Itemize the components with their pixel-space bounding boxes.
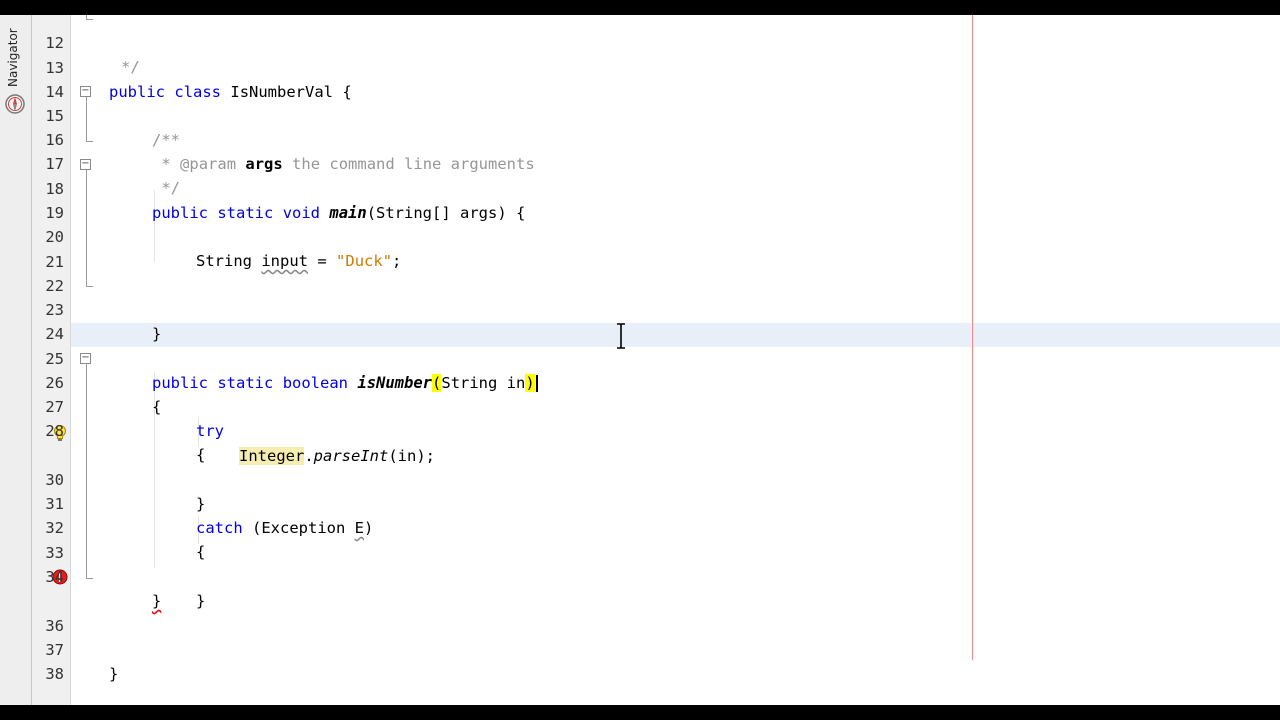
code-line: 15 /** [0, 80, 1280, 149]
code-line: 21 [0, 226, 1280, 271]
code-line: 22 [0, 250, 1280, 295]
code-line: 26 { [0, 347, 1280, 416]
code-line: 18 public static void main(String[] args… [0, 153, 1280, 222]
code-line: 30 } [0, 444, 1280, 513]
code-line: 20 String input = "Duck"; [0, 201, 1280, 270]
code-line: } [0, 565, 1280, 610]
line-number: 38 [45, 665, 64, 683]
code-line-current: 25 public static boolean isNumber(String… [0, 323, 1280, 392]
code-line: 24 [0, 298, 1280, 343]
code-line: 28 { [0, 395, 1280, 464]
code-line: 38 [0, 638, 1280, 683]
code-line: 16 * @param args the command line argume… [0, 104, 1280, 173]
code-text[interactable]: } [109, 662, 118, 686]
code-line: 13 public class IsNumberVal { [0, 32, 1280, 101]
ibeam-cursor [617, 323, 625, 349]
code-line: 19 [0, 177, 1280, 222]
code-line: 14 [0, 56, 1280, 101]
code-line: 31 catch (Exception E) [0, 468, 1280, 537]
code-line: Integer.parseInt(in); [0, 420, 1280, 465]
code-line: 34 } [0, 541, 1280, 610]
code-line: 37 } [0, 614, 1280, 683]
code-line: 32 { [0, 492, 1280, 561]
code-line: 36 [0, 590, 1280, 635]
code-line: 12 */ [0, 7, 1280, 76]
code-line: 17 */ [0, 128, 1280, 197]
code-line: 33 [0, 517, 1280, 562]
bottom-black-bar [0, 705, 1280, 720]
code-line: 27 try [0, 371, 1280, 440]
code-line: 23 } [0, 274, 1280, 343]
